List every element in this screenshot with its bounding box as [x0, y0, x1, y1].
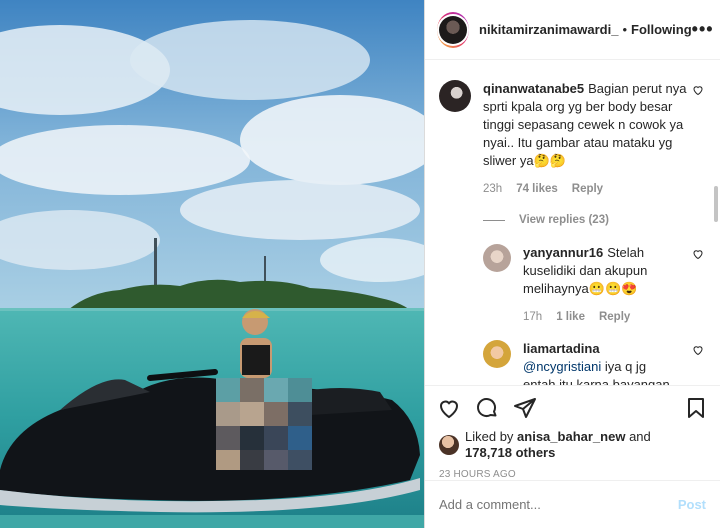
author-username[interactable]: nikitamirzanimawardi_	[479, 22, 618, 37]
heart-icon[interactable]	[692, 248, 704, 260]
separator-dot: •	[622, 22, 628, 37]
add-comment-input[interactable]	[439, 497, 678, 512]
avatar-image	[439, 15, 467, 44]
view-replies-button[interactable]: View replies (23)	[483, 214, 704, 226]
reply-body: yanyannur16 Stelah kuselidiki dan akupun …	[523, 244, 673, 326]
reply-content: yanyannur16 Stelah kuselidiki dan akupun …	[523, 244, 673, 298]
liked-by-user[interactable]: anisa_bahar_new	[517, 429, 625, 444]
comment-body: qinanwatanabe5 Bagian perut nya sprti kpa…	[483, 80, 688, 198]
reply-item: yanyannur16 Stelah kuselidiki dan akupun …	[483, 244, 704, 326]
reply-likes[interactable]: 1 like	[556, 308, 585, 326]
reply-meta: 17h 1 like Reply	[523, 308, 673, 326]
reply-item: liamartadina @ncygristiani iya q jg enta…	[483, 340, 704, 385]
view-replies-line	[483, 219, 505, 221]
likes-summary: Liked by anisa_bahar_new and 178,718 oth…	[425, 429, 720, 461]
add-comment-bar: Post	[425, 480, 720, 528]
following-button[interactable]: Following	[631, 22, 692, 37]
comment-meta: 23h 74 likes Reply	[483, 180, 688, 198]
post-timestamp[interactable]: 23 HOURS AGO	[425, 461, 720, 480]
reply-time[interactable]: 17h	[523, 308, 542, 326]
heart-icon[interactable]	[692, 84, 704, 96]
liker-avatar[interactable]	[439, 435, 459, 455]
reply-mention[interactable]: @ncygristiani	[523, 359, 601, 374]
jetski-photo	[0, 0, 424, 528]
comment-content: qinanwatanabe5 Bagian perut nya sprti kpa…	[483, 80, 688, 170]
reply-button[interactable]: Reply	[572, 180, 603, 198]
author-avatar[interactable]	[437, 11, 469, 48]
more-options-icon[interactable]: •••	[692, 19, 714, 40]
replier-avatar[interactable]	[483, 340, 511, 368]
reply-body: liamartadina @ncygristiani iya q jg enta…	[523, 340, 673, 385]
commenter-avatar[interactable]	[439, 80, 471, 112]
replier-avatar[interactable]	[483, 244, 511, 272]
comment-bubble-icon[interactable]	[475, 396, 499, 420]
comment-likes[interactable]: 74 likes	[516, 180, 558, 198]
heart-icon[interactable]	[692, 344, 704, 356]
comment-username[interactable]: qinanwatanabe5	[483, 81, 584, 96]
liked-by-and: and	[629, 429, 651, 444]
comments-list[interactable]: qinanwatanabe5 Bagian perut nya sprti kpa…	[425, 60, 720, 385]
reply-button[interactable]: Reply	[599, 308, 630, 326]
post-photo[interactable]	[0, 0, 424, 528]
post-comment-button[interactable]: Post	[678, 497, 706, 512]
reply-content: liamartadina @ncygristiani iya q jg enta…	[523, 340, 673, 385]
bookmark-icon[interactable]	[684, 396, 708, 420]
post-actions-bar	[425, 385, 720, 429]
view-replies-label: View replies (23)	[519, 214, 609, 226]
instagram-post: nikitamirzanimawardi_ • Following ••• qi…	[0, 0, 720, 528]
liked-by-prefix: Liked by	[465, 429, 514, 444]
comments-scrollbar[interactable]	[714, 186, 718, 222]
likes-text: Liked by anisa_bahar_new and 178,718 oth…	[465, 429, 651, 461]
post-side-panel: nikitamirzanimawardi_ • Following ••• qi…	[424, 0, 720, 528]
reply-username[interactable]: yanyannur16	[523, 245, 603, 260]
avatar-inner	[437, 13, 469, 46]
comment-item: qinanwatanabe5 Bagian perut nya sprti kpa…	[439, 80, 704, 198]
likes-count[interactable]: 178,718 others	[465, 445, 555, 460]
reply-username[interactable]: liamartadina	[523, 341, 600, 356]
comment-time[interactable]: 23h	[483, 180, 502, 198]
like-heart-icon[interactable]	[437, 396, 461, 420]
share-paper-plane-icon[interactable]	[513, 396, 537, 420]
post-header: nikitamirzanimawardi_ • Following •••	[425, 0, 720, 60]
